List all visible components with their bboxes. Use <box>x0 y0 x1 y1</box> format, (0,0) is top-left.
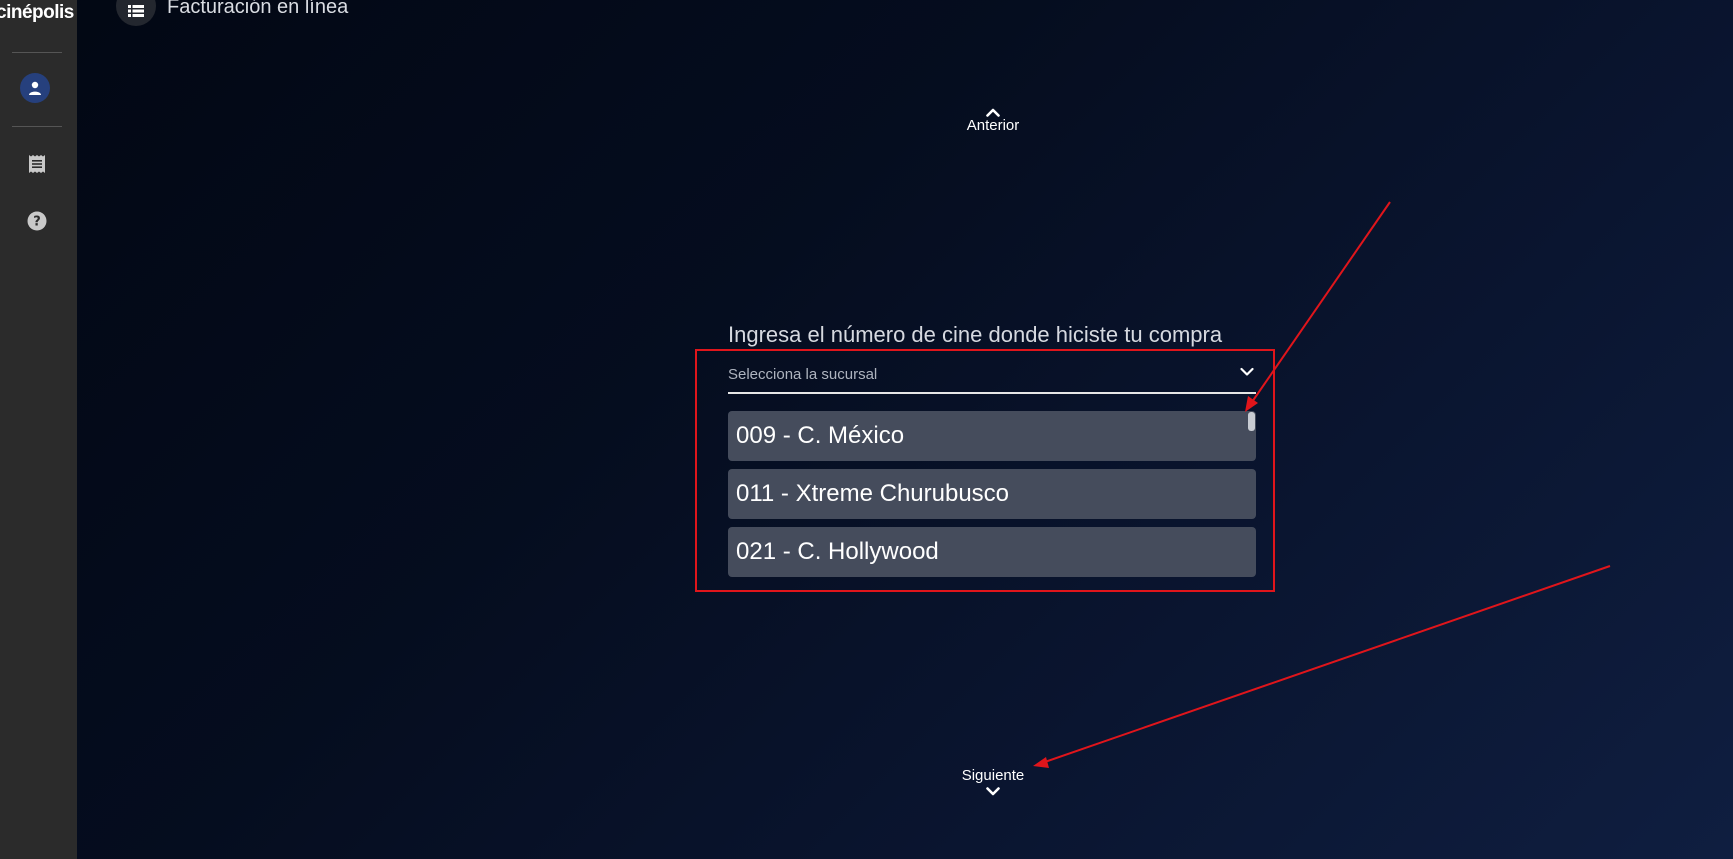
branch-option[interactable]: 009 - C. México <box>728 411 1256 461</box>
help-nav-button[interactable]: ? <box>26 210 48 232</box>
svg-text:?: ? <box>33 215 41 230</box>
next-label: Siguiente <box>961 767 1025 784</box>
receipt-icon <box>29 155 45 173</box>
branch-options-list[interactable]: 009 - C. México 011 - Xtreme Churubusco … <box>728 411 1256 585</box>
next-button[interactable]: Siguiente <box>933 767 1053 796</box>
chevron-down-icon <box>986 787 1000 796</box>
chevron-down-icon <box>1240 367 1254 376</box>
invoices-nav-button[interactable] <box>26 153 48 175</box>
sidebar-divider <box>12 52 62 53</box>
branch-option[interactable]: 021 - C. Hollywood <box>728 527 1256 577</box>
sidebar-divider <box>12 126 62 127</box>
branch-select-placeholder: Selecciona la sucursal <box>728 366 878 383</box>
question-label: Ingresa el número de cine donde hiciste … <box>728 322 1223 347</box>
sidebar: cinépolis ? <box>0 0 77 859</box>
user-avatar-button[interactable] <box>20 73 50 103</box>
previous-label: Anterior <box>966 117 1020 134</box>
list-icon <box>128 5 144 17</box>
branch-select[interactable]: Selecciona la sucursal <box>728 364 1256 394</box>
branch-option[interactable]: 011 - Xtreme Churubusco <box>728 469 1256 519</box>
user-icon <box>29 81 41 95</box>
chevron-up-icon <box>986 108 1000 117</box>
previous-button[interactable]: Anterior <box>933 108 1053 134</box>
page-title: Facturación en línea <box>167 0 349 18</box>
options-scrollbar[interactable] <box>1248 412 1255 431</box>
header-menu-button[interactable] <box>116 0 156 26</box>
annotation-arrow <box>1033 565 1611 768</box>
cinepolis-logo[interactable]: cinépolis <box>0 2 74 24</box>
help-icon: ? <box>27 211 47 231</box>
